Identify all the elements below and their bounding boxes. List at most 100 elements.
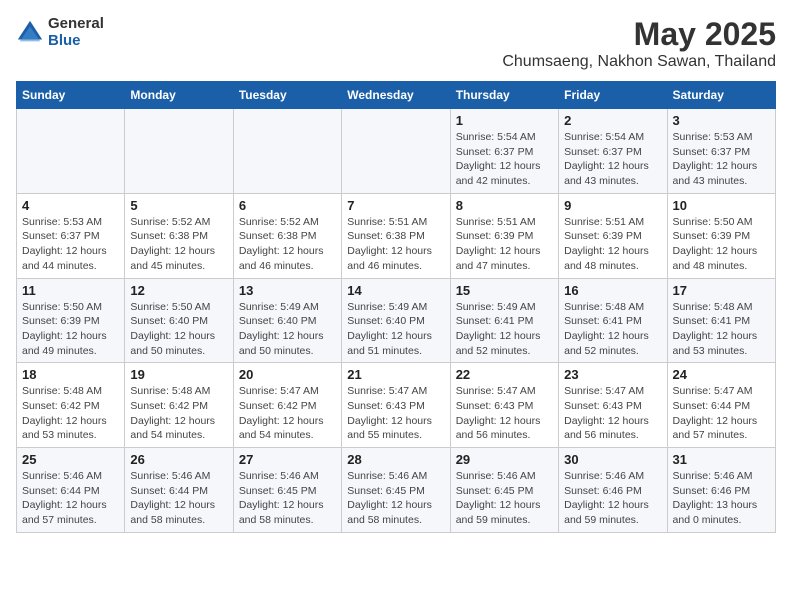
day-number: 17 [673, 283, 770, 298]
day-number: 6 [239, 198, 336, 213]
calendar-cell: 17 Sunrise: 5:48 AM Sunset: 6:41 PM Dayli… [667, 278, 775, 363]
header-monday: Monday [125, 82, 233, 109]
calendar-week-row: 25Sunrise: 5:46 AM Sunset: 6:44 PM Dayli… [17, 448, 776, 533]
day-info: Sunrise: 5:47 AM Sunset: 6:43 PM Dayligh… [564, 384, 661, 443]
header-sunday: Sunday [17, 82, 125, 109]
calendar-cell: 1 Sunrise: 5:54 AM Sunset: 6:37 PM Daylig… [450, 109, 558, 194]
calendar-cell: 6 Sunrise: 5:52 AM Sunset: 6:38 PM Daylig… [233, 193, 341, 278]
calendar-table: SundayMondayTuesdayWednesdayThursdayFrid… [16, 81, 776, 533]
day-number: 11 [22, 283, 119, 298]
calendar-cell: 25Sunrise: 5:46 AM Sunset: 6:44 PM Dayli… [17, 448, 125, 533]
header-friday: Friday [559, 82, 667, 109]
header-thursday: Thursday [450, 82, 558, 109]
calendar-cell: 15 Sunrise: 5:49 AM Sunset: 6:41 PM Dayli… [450, 278, 558, 363]
calendar-cell: 22 Sunrise: 5:47 AM Sunset: 6:43 PM Dayli… [450, 363, 558, 448]
logo-blue-text: Blue [48, 33, 104, 50]
calendar-cell: 4Sunrise: 5:53 AM Sunset: 6:37 PM Daylig… [17, 193, 125, 278]
day-number: 28 [347, 452, 444, 467]
day-number: 13 [239, 283, 336, 298]
calendar-cell: 26 Sunrise: 5:46 AM Sunset: 6:44 PM Dayli… [125, 448, 233, 533]
day-number: 15 [456, 283, 553, 298]
day-number: 18 [22, 367, 119, 382]
day-number: 8 [456, 198, 553, 213]
header-wednesday: Wednesday [342, 82, 450, 109]
day-info: Sunrise: 5:47 AM Sunset: 6:43 PM Dayligh… [456, 384, 553, 443]
day-info: Sunrise: 5:54 AM Sunset: 6:37 PM Dayligh… [564, 130, 661, 189]
day-number: 1 [456, 113, 553, 128]
day-number: 23 [564, 367, 661, 382]
day-info: Sunrise: 5:52 AM Sunset: 6:38 PM Dayligh… [239, 215, 336, 274]
day-info: Sunrise: 5:47 AM Sunset: 6:43 PM Dayligh… [347, 384, 444, 443]
day-info: Sunrise: 5:46 AM Sunset: 6:45 PM Dayligh… [347, 469, 444, 528]
day-info: Sunrise: 5:50 AM Sunset: 6:39 PM Dayligh… [22, 300, 119, 359]
calendar-cell: 20Sunrise: 5:47 AM Sunset: 6:42 PM Dayli… [233, 363, 341, 448]
logo-general-text: General [48, 16, 104, 33]
day-info: Sunrise: 5:48 AM Sunset: 6:41 PM Dayligh… [673, 300, 770, 359]
calendar-cell: 10Sunrise: 5:50 AM Sunset: 6:39 PM Dayli… [667, 193, 775, 278]
calendar-week-row: 11 Sunrise: 5:50 AM Sunset: 6:39 PM Dayli… [17, 278, 776, 363]
day-info: Sunrise: 5:52 AM Sunset: 6:38 PM Dayligh… [130, 215, 227, 274]
calendar-cell [233, 109, 341, 194]
calendar-cell: 18 Sunrise: 5:48 AM Sunset: 6:42 PM Dayli… [17, 363, 125, 448]
calendar-cell: 27Sunrise: 5:46 AM Sunset: 6:45 PM Dayli… [233, 448, 341, 533]
day-number: 26 [130, 452, 227, 467]
day-info: Sunrise: 5:51 AM Sunset: 6:39 PM Dayligh… [456, 215, 553, 274]
calendar-cell [17, 109, 125, 194]
calendar-week-row: 4Sunrise: 5:53 AM Sunset: 6:37 PM Daylig… [17, 193, 776, 278]
day-info: Sunrise: 5:47 AM Sunset: 6:42 PM Dayligh… [239, 384, 336, 443]
day-number: 19 [130, 367, 227, 382]
day-number: 21 [347, 367, 444, 382]
header-tuesday: Tuesday [233, 82, 341, 109]
calendar-cell: 7Sunrise: 5:51 AM Sunset: 6:38 PM Daylig… [342, 193, 450, 278]
day-number: 24 [673, 367, 770, 382]
calendar-cell: 24Sunrise: 5:47 AM Sunset: 6:44 PM Dayli… [667, 363, 775, 448]
calendar-cell: 31 Sunrise: 5:46 AM Sunset: 6:46 PM Dayli… [667, 448, 775, 533]
calendar-cell: 29 Sunrise: 5:46 AM Sunset: 6:45 PM Dayli… [450, 448, 558, 533]
calendar-week-row: 1 Sunrise: 5:54 AM Sunset: 6:37 PM Daylig… [17, 109, 776, 194]
day-info: Sunrise: 5:49 AM Sunset: 6:41 PM Dayligh… [456, 300, 553, 359]
calendar-cell [125, 109, 233, 194]
day-info: Sunrise: 5:49 AM Sunset: 6:40 PM Dayligh… [347, 300, 444, 359]
day-info: Sunrise: 5:51 AM Sunset: 6:39 PM Dayligh… [564, 215, 661, 274]
calendar-cell: 28 Sunrise: 5:46 AM Sunset: 6:45 PM Dayli… [342, 448, 450, 533]
day-info: Sunrise: 5:50 AM Sunset: 6:40 PM Dayligh… [130, 300, 227, 359]
calendar-cell: 14 Sunrise: 5:49 AM Sunset: 6:40 PM Dayli… [342, 278, 450, 363]
day-number: 14 [347, 283, 444, 298]
day-info: Sunrise: 5:48 AM Sunset: 6:42 PM Dayligh… [130, 384, 227, 443]
day-info: Sunrise: 5:49 AM Sunset: 6:40 PM Dayligh… [239, 300, 336, 359]
day-info: Sunrise: 5:54 AM Sunset: 6:37 PM Dayligh… [456, 130, 553, 189]
calendar-cell: 21 Sunrise: 5:47 AM Sunset: 6:43 PM Dayli… [342, 363, 450, 448]
calendar-cell: 3Sunrise: 5:53 AM Sunset: 6:37 PM Daylig… [667, 109, 775, 194]
calendar-week-row: 18 Sunrise: 5:48 AM Sunset: 6:42 PM Dayli… [17, 363, 776, 448]
calendar-cell: 30 Sunrise: 5:46 AM Sunset: 6:46 PM Dayli… [559, 448, 667, 533]
day-info: Sunrise: 5:46 AM Sunset: 6:46 PM Dayligh… [564, 469, 661, 528]
calendar-cell [342, 109, 450, 194]
logo-text: General Blue [48, 16, 104, 49]
day-info: Sunrise: 5:46 AM Sunset: 6:45 PM Dayligh… [456, 469, 553, 528]
day-number: 2 [564, 113, 661, 128]
day-number: 31 [673, 452, 770, 467]
calendar-header-row: SundayMondayTuesdayWednesdayThursdayFrid… [17, 82, 776, 109]
calendar-cell: 8 Sunrise: 5:51 AM Sunset: 6:39 PM Daylig… [450, 193, 558, 278]
day-info: Sunrise: 5:46 AM Sunset: 6:46 PM Dayligh… [673, 469, 770, 528]
day-number: 16 [564, 283, 661, 298]
day-info: Sunrise: 5:48 AM Sunset: 6:41 PM Dayligh… [564, 300, 661, 359]
day-info: Sunrise: 5:48 AM Sunset: 6:42 PM Dayligh… [22, 384, 119, 443]
day-info: Sunrise: 5:46 AM Sunset: 6:44 PM Dayligh… [22, 469, 119, 528]
day-number: 30 [564, 452, 661, 467]
calendar-cell: 2 Sunrise: 5:54 AM Sunset: 6:37 PM Daylig… [559, 109, 667, 194]
calendar-subtitle: Chumsaeng, Nakhon Sawan, Thailand [502, 53, 776, 71]
calendar-cell: 11 Sunrise: 5:50 AM Sunset: 6:39 PM Dayli… [17, 278, 125, 363]
day-number: 22 [456, 367, 553, 382]
day-number: 3 [673, 113, 770, 128]
day-info: Sunrise: 5:53 AM Sunset: 6:37 PM Dayligh… [22, 215, 119, 274]
day-number: 7 [347, 198, 444, 213]
logo-icon [16, 19, 44, 47]
day-info: Sunrise: 5:46 AM Sunset: 6:44 PM Dayligh… [130, 469, 227, 528]
page-header: General Blue May 2025 Chumsaeng, Nakhon … [16, 16, 776, 71]
title-block: May 2025 Chumsaeng, Nakhon Sawan, Thaila… [502, 16, 776, 71]
calendar-title: May 2025 [502, 16, 776, 53]
day-info: Sunrise: 5:50 AM Sunset: 6:39 PM Dayligh… [673, 215, 770, 274]
day-number: 29 [456, 452, 553, 467]
day-info: Sunrise: 5:46 AM Sunset: 6:45 PM Dayligh… [239, 469, 336, 528]
